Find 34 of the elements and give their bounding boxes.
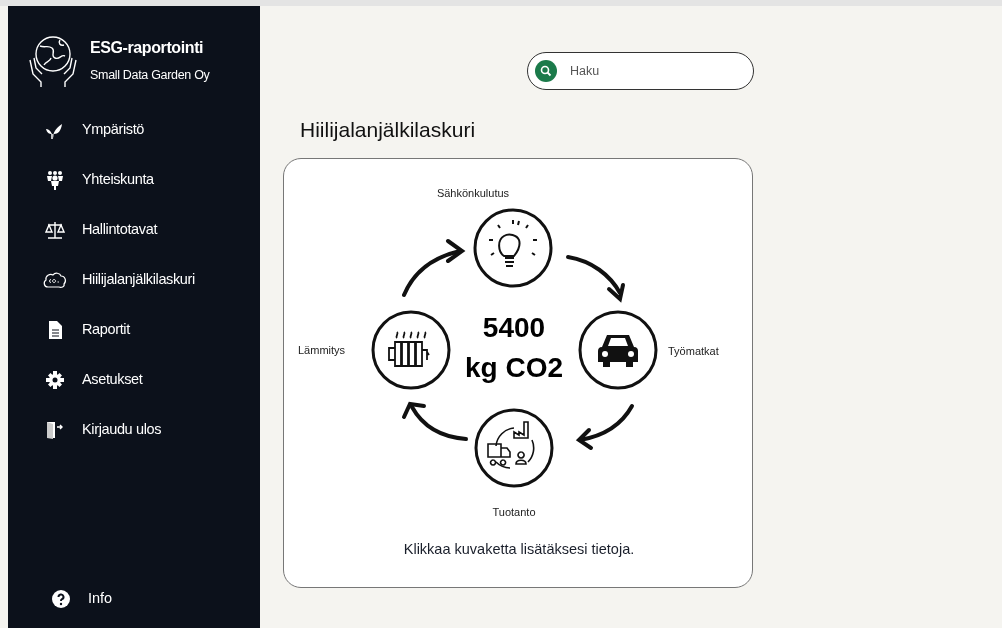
arrow <box>575 403 634 450</box>
logout-icon <box>45 420 65 440</box>
nav-item[interactable]: Hallintotavat <box>40 214 260 246</box>
arrow <box>402 238 466 297</box>
node-label: Työmatkat <box>668 343 719 359</box>
cloud-icon <box>42 270 68 290</box>
total-value: 5400 <box>481 313 547 342</box>
node-label: Sähkönkulutus <box>435 185 511 201</box>
app-title: ESG-raportointi <box>90 37 205 58</box>
nav-item[interactable]: Ympäristö <box>40 114 260 146</box>
radiator-icon[interactable] <box>371 309 451 390</box>
nav-item[interactable]: Asetukset <box>40 364 260 396</box>
page-title: Hiilijalanjälkilaskuri <box>300 117 477 143</box>
arrow <box>566 254 625 303</box>
node-label: Lämmitys <box>298 342 346 358</box>
search-icon <box>535 60 557 82</box>
nav-item[interactable]: Raportit <box>40 314 260 346</box>
search-field[interactable]: Haku <box>527 52 754 90</box>
nav-item[interactable]: Yhteiskunta <box>40 164 260 196</box>
help-icon <box>52 590 70 609</box>
people-icon <box>45 170 65 190</box>
info-link[interactable]: Info <box>52 588 260 610</box>
production-icon[interactable] <box>474 407 554 488</box>
car-icon[interactable] <box>578 309 658 390</box>
hint-text: Klikkaa kuvaketta lisätäksesi tietoja. <box>402 539 636 559</box>
nav-item[interactable]: Hiilijalanjälkilaskuri <box>40 264 260 296</box>
nav-item[interactable]: Kirjaudu ulos <box>40 414 260 446</box>
arrow <box>402 401 468 441</box>
company-name: Small Data Garden Oy <box>90 66 210 84</box>
settings-icon <box>45 370 65 390</box>
total-unit: kg CO2 <box>464 353 564 382</box>
scales-icon <box>45 220 65 240</box>
lightbulb-icon[interactable] <box>473 207 553 288</box>
node-label: Tuotanto <box>491 504 537 520</box>
